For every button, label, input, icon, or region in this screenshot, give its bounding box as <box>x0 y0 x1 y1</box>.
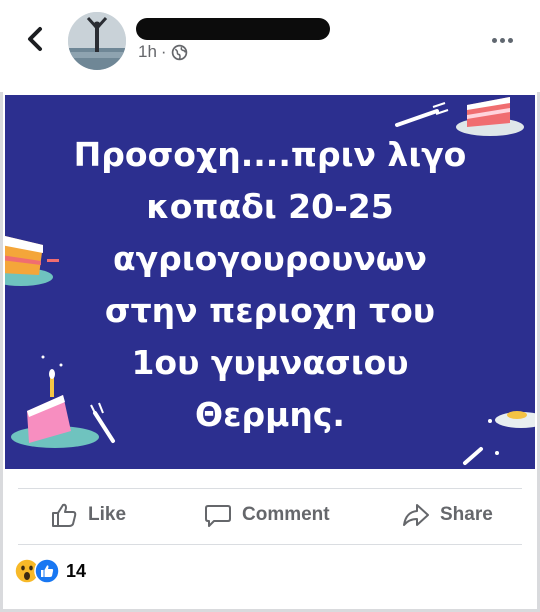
comment-button[interactable]: Comment <box>204 492 330 538</box>
comment-icon <box>205 505 231 527</box>
post-text-line: 1ου γυμνασιου <box>131 343 409 382</box>
globe-icon <box>171 44 187 60</box>
post-actions: Like Comment Share <box>0 492 540 538</box>
post-text-line: κοπαδι 20-25 <box>146 187 394 226</box>
like-reaction-icon <box>34 558 60 584</box>
fork-icon <box>463 447 499 465</box>
share-button[interactable]: Share <box>402 492 493 538</box>
post-header: 1h · <box>0 0 540 92</box>
reaction-count: 14 <box>66 560 87 581</box>
like-button[interactable]: Like <box>50 492 126 538</box>
avatar-photo-icon <box>68 12 126 70</box>
post-text-line: Προσοχη....πριν λιγο <box>73 135 467 174</box>
post-image[interactable]: Προσοχη....πριν λιγο κοπαδι 20-25 αγριογ… <box>5 95 535 469</box>
post-meta: 1h · <box>138 42 188 62</box>
reaction-summary[interactable]: 14 <box>14 556 86 586</box>
divider <box>18 488 522 489</box>
redacted-author-name <box>136 18 330 40</box>
share-icon <box>403 504 429 526</box>
post-time[interactable]: 1h <box>138 42 157 62</box>
comment-label: Comment <box>242 504 330 525</box>
post-text-line: αγριογουρουνων <box>113 239 427 278</box>
back-arrow-icon[interactable] <box>20 22 50 56</box>
post-text-line: στην περιοχη του <box>104 291 436 330</box>
thumbs-up-icon <box>52 503 77 527</box>
like-label: Like <box>88 504 127 525</box>
avatar[interactable] <box>68 12 126 70</box>
share-label: Share <box>440 504 493 525</box>
post-text-line: Θερμης. <box>195 395 345 434</box>
fork-icon <box>395 102 449 127</box>
meta-separator: · <box>160 42 167 61</box>
divider <box>18 544 522 545</box>
post-image-text: Προσοχη....πριν λιγο κοπαδι 20-25 αγριογ… <box>5 129 535 441</box>
more-options-icon[interactable] <box>492 30 522 43</box>
